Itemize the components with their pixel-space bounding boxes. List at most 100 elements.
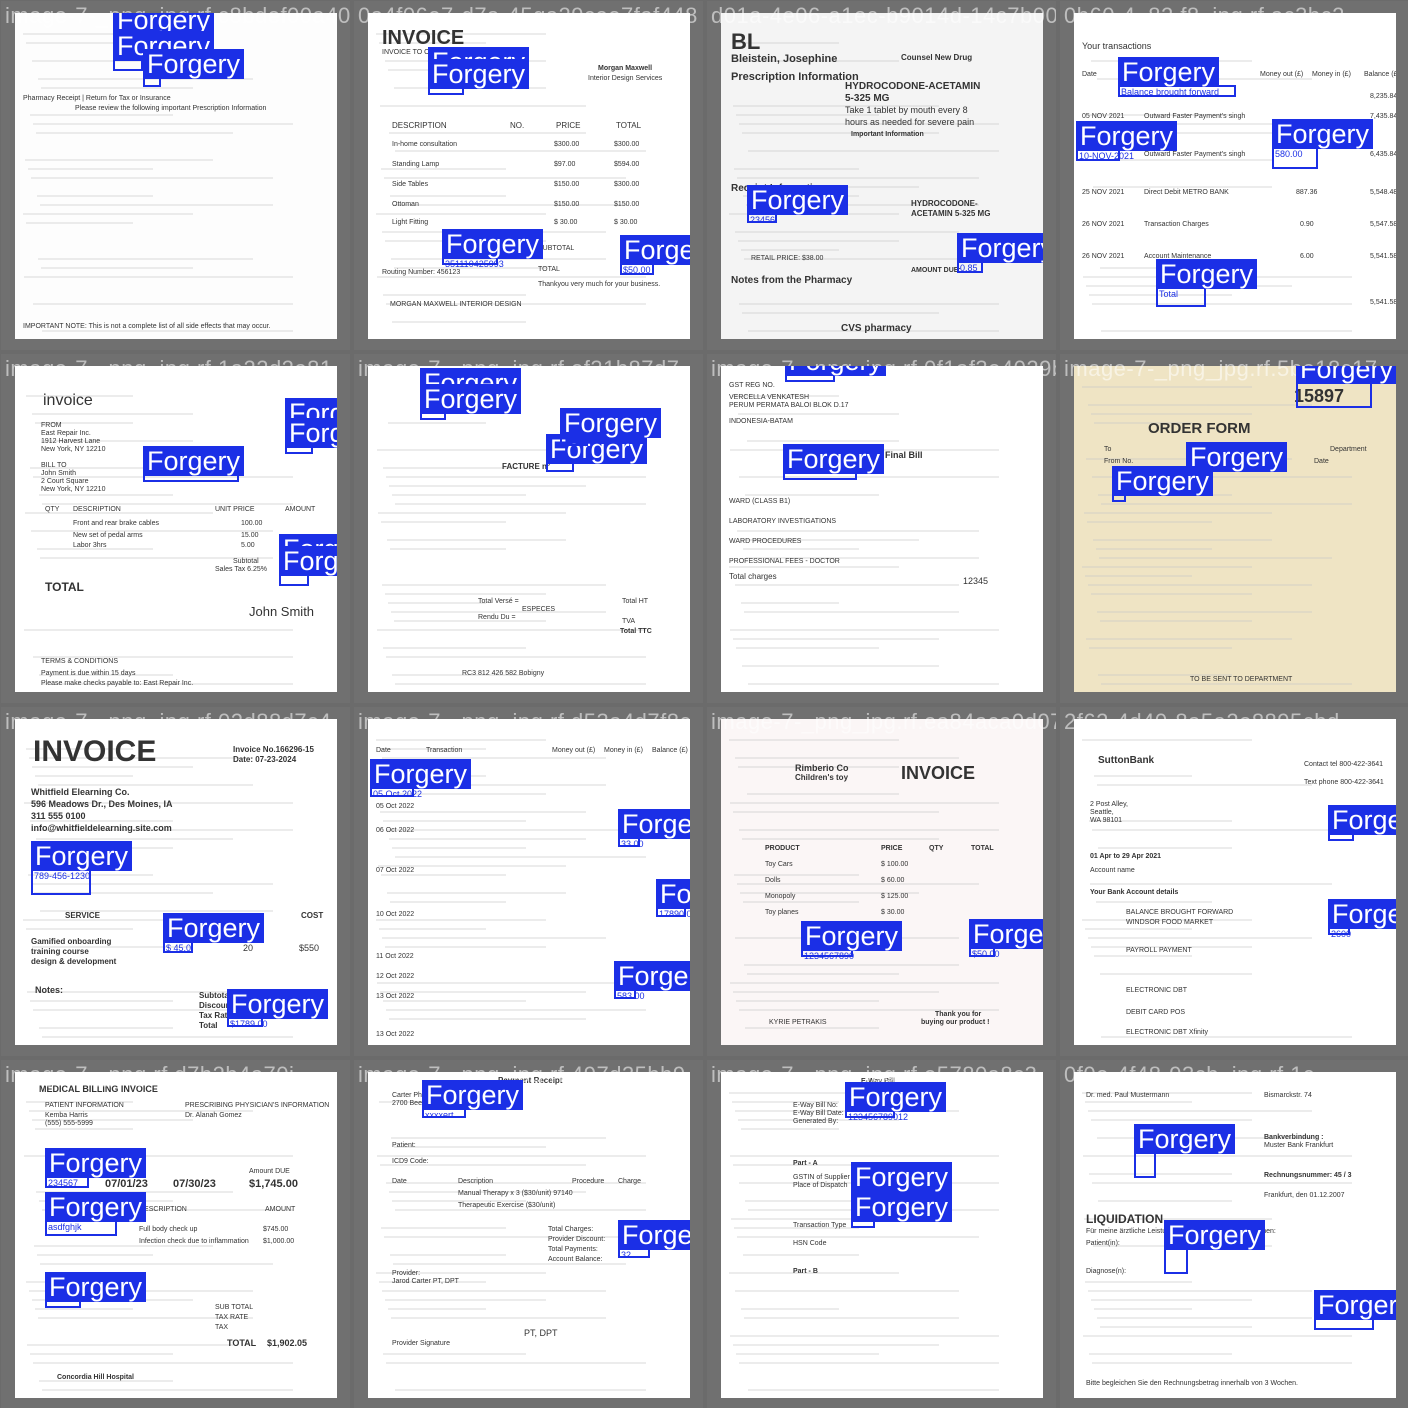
- image-tile[interactable]: Pharmacy Receipt | Return for Tax or Ins…: [1, 1, 350, 350]
- text-line: [386, 1009, 646, 1011]
- forgery-box[interactable]: Forgery: [285, 446, 313, 454]
- text-line: [744, 964, 959, 966]
- forgery-box[interactable]: Forgery 10-NOV-2021: [1076, 149, 1120, 161]
- forgery-box[interactable]: Forgery17890.00: [656, 907, 686, 917]
- forgery-box[interactable]: Forgery: [420, 412, 446, 420]
- image-tile[interactable]: GST REG NO. VERCELLA VENKATESH PERUM PERMA…: [707, 354, 1056, 703]
- document-text: Date: [1082, 71, 1097, 78]
- forgery-box[interactable]: Forgery 234567: [45, 1176, 89, 1188]
- text-line: [747, 793, 899, 795]
- forgery-box[interactable]: Forgery 1234567890: [801, 949, 853, 957]
- image-tile[interactable]: Rimberio Co Children's toy INVOICE PRODUCT P…: [707, 707, 1056, 1056]
- document-text: ACETAMIN 5-325 MG: [911, 209, 990, 218]
- image-tile[interactable]: INVOICE Invoice No.166296-15 Date: 07-23-2…: [1, 707, 350, 1056]
- image-tile[interactable]: INVOICEINVOICE TO OLIVIA WILSONMorgan Ma…: [354, 1, 703, 350]
- forgery-box[interactable]: Forgery: [143, 474, 239, 482]
- image-tile[interactable]: Payment ReceiptCarter Physiotherapy2700 …: [354, 1060, 703, 1408]
- text-line: [1101, 330, 1352, 332]
- forgery-box[interactable]: Forgery: [785, 374, 835, 382]
- forgery-box[interactable]: Forgery Total: [1156, 287, 1206, 307]
- text-line: [393, 1263, 626, 1265]
- forgery-box[interactable]: Forgery 351110425993: [442, 257, 498, 265]
- image-tile[interactable]: Date Transaction Money out (£) Money in (£)…: [354, 707, 703, 1056]
- forgery-label: Forgery: [614, 961, 690, 991]
- document-text: 13 Oct 2022: [376, 1031, 414, 1038]
- document-text: 05 NOV 2021: [1082, 113, 1124, 120]
- forgery-box[interactable]: Forgery: [143, 77, 161, 87]
- document-text: Notes from the Pharmacy: [731, 275, 852, 286]
- forgery-box[interactable]: Forgery 789-456-1230: [31, 869, 91, 895]
- forgery-box[interactable]: Forgery: [1164, 1248, 1188, 1274]
- text-line: [386, 656, 646, 658]
- forgery-box[interactable]: Forgery 05 Oct 2022: [370, 787, 414, 797]
- text-line: [1091, 1299, 1252, 1301]
- document-text: Procedure: [572, 1178, 604, 1185]
- document-text: ORDER FORM: [1148, 420, 1251, 437]
- forgery-box[interactable]: Forgery0.85: [957, 261, 983, 273]
- image-tile[interactable]: MEDICAL BILLING INVOICE PATIENT INFORMATI…: [1, 1060, 350, 1408]
- forgery-box[interactable]: Forgery: [1314, 1318, 1374, 1330]
- forgery-label: Forgery: [31, 841, 132, 871]
- forgery-box[interactable]: Forgery: [279, 574, 309, 586]
- forgery-box[interactable]: Forgery xxxxert: [422, 1108, 466, 1118]
- text-line: [23, 213, 193, 215]
- document-text: Notes:: [35, 985, 63, 995]
- forgery-box[interactable]: Forgery: [45, 1300, 81, 1308]
- forgery-box[interactable]: Forgery$50.00: [969, 947, 995, 957]
- forgery-box[interactable]: Forgery 123456789012: [845, 1110, 895, 1118]
- document-text: ELECTRONIC DBT: [1126, 987, 1187, 994]
- image-tile[interactable]: 15897 ORDER FORM To Department From No. Date T…: [1060, 354, 1408, 703]
- forgery-box[interactable]: Forgery: [1112, 494, 1126, 502]
- text-line: [392, 321, 526, 323]
- forgery-box[interactable]: Forgery 23456: [747, 213, 777, 223]
- image-tile[interactable]: invoice FROM East Repair Inc. 1912 Harvest …: [1, 354, 350, 703]
- document-text: TOTAL: [45, 580, 84, 594]
- image-tile[interactable]: E-Way BillE-Way Bill No:E-Way Bill Date:…: [707, 1060, 1056, 1408]
- forgery-box[interactable]: Forgery: [560, 436, 588, 446]
- text-line: [1091, 593, 1252, 595]
- text-line: [390, 1254, 506, 1256]
- text-line: [31, 177, 273, 179]
- forgery-box[interactable]: Forgery: [783, 472, 857, 480]
- document-text: From No.: [1104, 458, 1133, 465]
- text-line: [1088, 937, 1312, 939]
- forgery-box[interactable]: Forgery33.00: [618, 837, 640, 847]
- text-line: [744, 611, 959, 613]
- document-text: PT, DPT: [524, 1328, 558, 1338]
- text-line: [37, 195, 153, 197]
- text-line: [1093, 186, 1272, 188]
- forgery-box[interactable]: Forgery583.00: [614, 989, 636, 999]
- text-line: [376, 739, 546, 741]
- text-line: [1083, 1155, 1352, 1157]
- image-tile[interactable]: SuttonBank Contact tel 800-422-3641 Text p…: [1060, 707, 1408, 1056]
- forgery-box[interactable]: Forgery32...: [618, 1248, 650, 1258]
- forgery-box[interactable]: Forgery Balance brought forward: [1118, 85, 1236, 97]
- forgery-box[interactable]: Forgery: [1134, 1152, 1156, 1178]
- document-text: QTY: [929, 845, 943, 852]
- forgery-box[interactable]: Forgery: [851, 1220, 875, 1228]
- forgery-box[interactable]: Forgery asdfghjk: [45, 1220, 117, 1236]
- text-line: [377, 982, 646, 984]
- image-tile[interactable]: Your transactions Date Money out (£) Money …: [1060, 1, 1408, 350]
- forgery-box[interactable]: Forgery2600: [1328, 927, 1350, 935]
- document-text: $ 30.00: [554, 219, 577, 226]
- document-text: 311 555 0100: [31, 811, 86, 821]
- tile-filename: image-7-_png.rf.d7b2b4a70i: [5, 1062, 294, 1088]
- text-line: [386, 1182, 646, 1184]
- forgery-box[interactable]: Forgery: [1328, 833, 1354, 841]
- forged-value: 123456789012: [848, 1112, 908, 1122]
- forgery-box[interactable]: Forgery: [1296, 382, 1372, 408]
- forgery-box[interactable]: Forgery: [428, 87, 464, 95]
- image-tile[interactable]: BL Bleistein, Josephine Counsel New Drug Pr…: [707, 1, 1056, 350]
- forgery-box[interactable]: Forgery $ 45.0: [163, 941, 193, 953]
- document-text: $745.00: [263, 1226, 288, 1233]
- forgery-box[interactable]: Forgery $1789.00: [227, 1017, 263, 1027]
- forgery-box[interactable]: Forgery: [546, 462, 574, 472]
- text-line: [381, 168, 506, 170]
- forgery-label: Forgery: [163, 913, 264, 943]
- forgery-box[interactable]: Forgery 580.00: [1272, 147, 1318, 169]
- image-tile[interactable]: FACTURE n° Total Versé = ESPECES Rendu Du =…: [354, 354, 703, 703]
- forgery-box[interactable]: Forgery: [113, 59, 143, 71]
- image-tile[interactable]: Dr. med. Paul Mustermann Bismarckstr. 74 B…: [1060, 1060, 1408, 1408]
- forgery-box[interactable]: Forgery$50.00: [620, 263, 654, 275]
